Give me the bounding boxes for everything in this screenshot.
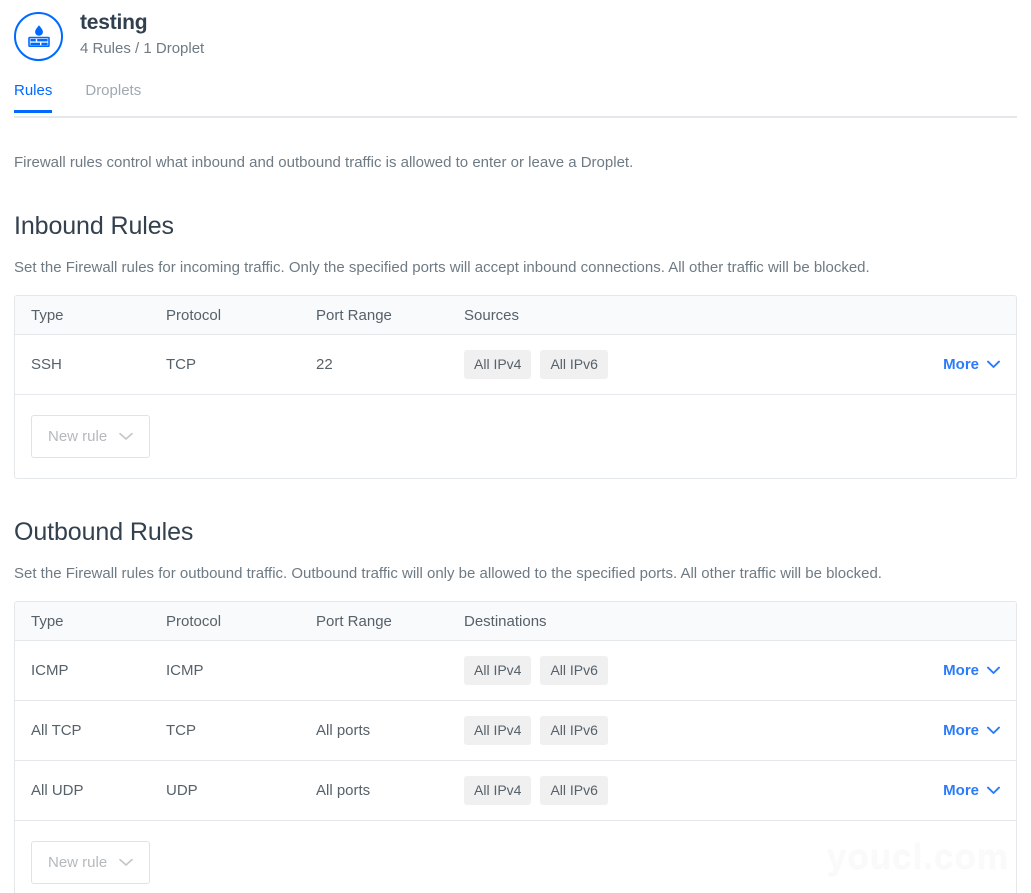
- column-header-destinations: Destinations: [464, 612, 547, 630]
- chevron-down-icon: [987, 360, 1000, 369]
- inbound-table-footer: New rule: [15, 394, 1016, 478]
- destination-tag-ipv6: All IPv6: [540, 656, 608, 685]
- chevron-down-icon: [119, 432, 133, 441]
- more-label: More: [943, 356, 979, 373]
- cell-port-range: All ports: [316, 722, 371, 739]
- cell-port-range: 22: [316, 356, 333, 373]
- inbound-rules-section: Inbound Rules Set the Firewall rules for…: [0, 211, 1031, 479]
- cell-more: More: [943, 662, 1000, 679]
- more-label: More: [943, 662, 979, 679]
- outbound-table-footer: New rule: [15, 820, 1016, 893]
- source-tag-ipv6: All IPv6: [540, 350, 608, 379]
- page-title: testing: [80, 11, 148, 35]
- firewall-header: testing 4 Rules / 1 Droplet: [0, 0, 1031, 62]
- inbound-rules-table: Type Protocol Port Range Sources SSH TCP…: [14, 295, 1017, 479]
- chevron-down-icon: [987, 786, 1000, 795]
- column-header-protocol: Protocol: [166, 306, 222, 324]
- cell-destinations: All IPv4 All IPv6: [464, 656, 943, 685]
- destination-tag-ipv4: All IPv4: [464, 776, 532, 805]
- intro-text: Firewall rules control what inbound and …: [14, 154, 634, 171]
- firewall-page: testing 4 Rules / 1 Droplet Rules Drople…: [0, 0, 1031, 893]
- more-button[interactable]: More: [943, 722, 1000, 739]
- firewall-subtitle: 4 Rules / 1 Droplet: [80, 40, 205, 58]
- cell-protocol: UDP: [166, 782, 198, 799]
- cell-type: All TCP: [31, 722, 82, 739]
- new-rule-label: New rule: [48, 428, 108, 445]
- outbound-rules-table: Type Protocol Port Range Destinations IC…: [14, 601, 1017, 893]
- cell-destinations: All IPv4 All IPv6: [464, 776, 943, 805]
- cell-destinations: All IPv4 All IPv6: [464, 716, 943, 745]
- cell-type: ICMP: [31, 662, 69, 679]
- cell-protocol: ICMP: [166, 662, 204, 679]
- chevron-down-icon: [119, 858, 133, 867]
- new-rule-button-inbound[interactable]: New rule: [31, 415, 151, 458]
- more-button[interactable]: More: [943, 782, 1000, 799]
- outbound-description: Set the Firewall rules for outbound traf…: [14, 565, 882, 582]
- tab-bar: Rules Droplets: [0, 82, 1031, 118]
- cell-more: More: [943, 782, 1000, 799]
- more-button[interactable]: More: [943, 662, 1000, 679]
- table-row: All TCP TCP All ports All IPv4 All IPv6 …: [15, 700, 1016, 760]
- inbound-title: Inbound Rules: [14, 212, 174, 240]
- cell-protocol: TCP: [166, 356, 196, 373]
- outbound-rules-section: Outbound Rules Set the Firewall rules fo…: [0, 517, 1031, 893]
- new-rule-label: New rule: [48, 854, 108, 871]
- more-label: More: [943, 722, 979, 739]
- column-header-protocol: Protocol: [166, 612, 222, 630]
- source-tag-ipv4: All IPv4: [464, 350, 532, 379]
- chevron-down-icon: [987, 726, 1000, 735]
- cell-more: More: [943, 356, 1000, 373]
- new-rule-button-outbound[interactable]: New rule: [31, 841, 151, 884]
- inbound-table-header: Type Protocol Port Range Sources: [15, 296, 1016, 334]
- destination-tag-ipv4: All IPv4: [464, 716, 532, 745]
- tab-rules[interactable]: Rules: [14, 82, 53, 113]
- cell-type: SSH: [31, 356, 62, 373]
- more-label: More: [943, 782, 979, 799]
- destination-tag-ipv6: All IPv6: [540, 776, 608, 805]
- cell-port-range: All ports: [316, 782, 371, 799]
- column-header-type: Type: [31, 612, 64, 630]
- chevron-down-icon: [987, 666, 1000, 675]
- inbound-description: Set the Firewall rules for incoming traf…: [14, 259, 870, 276]
- column-header-port-range: Port Range: [316, 306, 392, 324]
- table-row: SSH TCP 22 All IPv4 All IPv6 More: [15, 334, 1016, 394]
- table-row: ICMP ICMP All IPv4 All IPv6 More: [15, 640, 1016, 700]
- column-header-sources: Sources: [464, 306, 520, 324]
- cell-more: More: [943, 722, 1000, 739]
- firewall-droplet-icon: [14, 11, 63, 61]
- outbound-table-header: Type Protocol Port Range Destinations: [15, 602, 1016, 640]
- destination-tag-ipv6: All IPv6: [540, 716, 608, 745]
- column-header-port-range: Port Range: [316, 612, 392, 630]
- more-button[interactable]: More: [943, 356, 1000, 373]
- table-row: All UDP UDP All ports All IPv4 All IPv6 …: [15, 760, 1016, 820]
- tab-droplets[interactable]: Droplets: [85, 82, 141, 113]
- destination-tag-ipv4: All IPv4: [464, 656, 532, 685]
- outbound-title: Outbound Rules: [14, 518, 194, 546]
- cell-sources: All IPv4 All IPv6: [464, 350, 943, 379]
- column-header-type: Type: [31, 306, 64, 324]
- firewall-titles: testing 4 Rules / 1 Droplet: [80, 11, 204, 61]
- cell-type: All UDP: [31, 782, 84, 799]
- cell-protocol: TCP: [166, 722, 196, 739]
